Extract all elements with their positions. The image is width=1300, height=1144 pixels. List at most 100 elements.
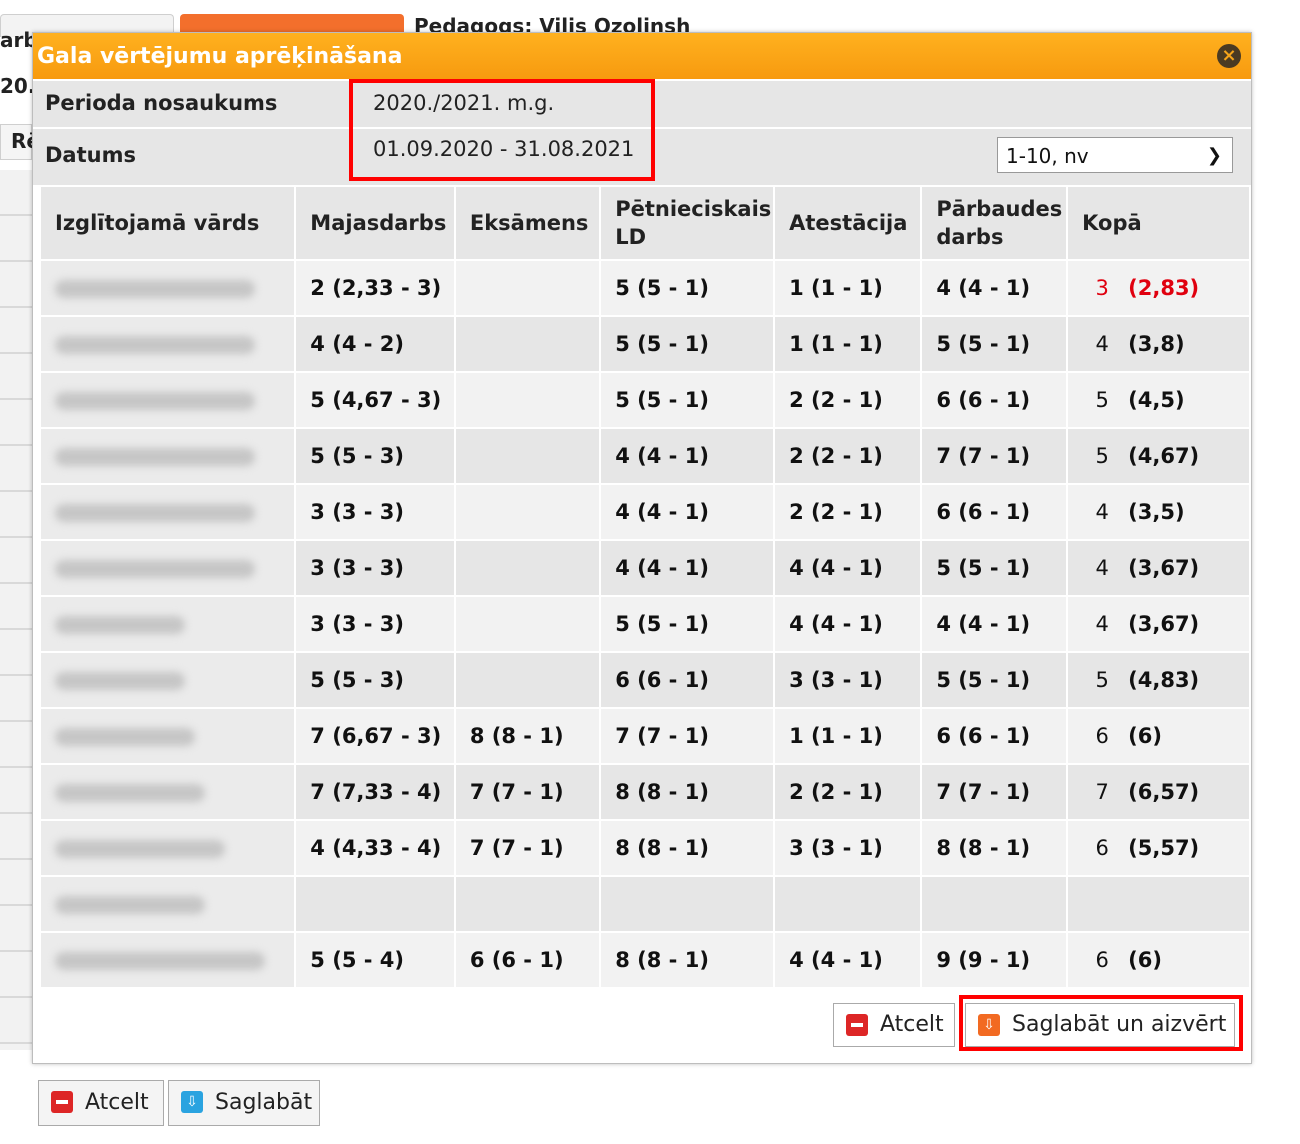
test-grade-cell: 5 (5 - 1)	[921, 315, 1069, 372]
exam-grade-cell	[454, 651, 602, 708]
page-cancel-label: Atcelt	[85, 1090, 149, 1115]
background-table-strip	[0, 170, 32, 1050]
table-row: 3 (3 - 3) 5 (5 - 1) 4 (4 - 1) 4 (4 - 1) 4 (3,…	[41, 595, 1251, 652]
grade-scale-select[interactable]: 1-10, nv ❯	[997, 137, 1233, 173]
test-grade-cell: 5 (5 - 1)	[921, 539, 1069, 596]
background-button[interactable]: Rē	[0, 124, 40, 160]
table-row: 7 (7,33 - 4) 7 (7 - 1) 8 (8 - 1) 2 (2 - 1) 7…	[41, 763, 1251, 820]
research-grade-cell: 5 (5 - 1)	[600, 595, 776, 652]
cancel-icon	[846, 1014, 868, 1036]
homework-grade-cell: 2 (2,33 - 3)	[295, 259, 456, 316]
total-average: (4,67)	[1128, 444, 1200, 468]
research-grade-cell: 5 (5 - 1)	[600, 315, 776, 372]
homework-grade-cell: 5 (5 - 4)	[295, 931, 456, 987]
total-grade-cell	[1067, 875, 1251, 932]
attestation-grade-cell	[774, 875, 923, 932]
total-grade-cell: 5 (4,5)	[1067, 371, 1251, 428]
redacted-student-name	[55, 784, 205, 802]
chevron-down-icon: ❯	[1206, 145, 1222, 166]
total-grade-cell: 5 (4,67)	[1067, 427, 1251, 484]
close-icon[interactable]: ×	[1217, 44, 1241, 68]
dialog-title: Gala vērtējumu aprēķināšana	[37, 44, 403, 69]
total-grade-cell: 4 (3,8)	[1067, 315, 1251, 372]
total-average: (5,57)	[1128, 836, 1200, 860]
attestation-grade-cell: 1 (1 - 1)	[774, 707, 923, 764]
test-grade-cell: 6 (6 - 1)	[921, 483, 1069, 540]
exam-grade-cell	[454, 259, 602, 316]
student-name-cell	[41, 371, 297, 428]
grade-scale-value: 1-10, nv	[1006, 144, 1089, 168]
exam-grade-cell: 7 (7 - 1)	[454, 763, 602, 820]
period-label: Perioda nosaukums	[45, 91, 278, 115]
cancel-button[interactable]: Atcelt	[833, 1003, 955, 1047]
test-grade-cell: 7 (7 - 1)	[921, 427, 1069, 484]
cancel-button-label: Atcelt	[880, 1012, 944, 1037]
table-row: 4 (4,33 - 4) 7 (7 - 1) 8 (8 - 1) 3 (3 - 1) 8…	[41, 819, 1251, 876]
total-grade-cell: 3 (2,83)	[1067, 259, 1251, 316]
total-grade-cell: 4 (3,5)	[1067, 483, 1251, 540]
total-grade-cell: 5 (4,83)	[1067, 651, 1251, 708]
homework-grade-cell: 5 (4,67 - 3)	[295, 371, 456, 428]
homework-grade-cell: 7 (6,67 - 3)	[295, 707, 456, 764]
student-name-cell	[41, 651, 297, 708]
attestation-grade-cell: 2 (2 - 1)	[774, 371, 923, 428]
cancel-icon	[51, 1091, 73, 1113]
test-grade-cell: 5 (5 - 1)	[921, 651, 1069, 708]
column-header: Pētnieciskais LD	[600, 187, 776, 260]
total-grade: 5	[1095, 444, 1109, 468]
attestation-grade-cell: 4 (4 - 1)	[774, 595, 923, 652]
homework-grade-cell: 4 (4 - 2)	[295, 315, 456, 372]
background-teacher-label: Pedagogs: Vilis Ozolinsh	[414, 14, 691, 32]
attestation-grade-cell: 2 (2 - 1)	[774, 483, 923, 540]
exam-grade-cell	[454, 315, 602, 372]
total-average: (6,57)	[1128, 780, 1200, 804]
total-grade: 4	[1095, 332, 1109, 356]
test-grade-cell: 7 (7 - 1)	[921, 763, 1069, 820]
test-grade-cell: 4 (4 - 1)	[921, 259, 1069, 316]
total-grade-cell: 4 (3,67)	[1067, 539, 1251, 596]
final-grades-dialog: Gala vērtējumu aprēķināšana × Perioda no…	[32, 32, 1252, 1064]
page-save-button[interactable]: ⇩ Saglabāt	[168, 1080, 320, 1126]
attestation-grade-cell: 3 (3 - 1)	[774, 819, 923, 876]
attestation-grade-cell: 4 (4 - 1)	[774, 539, 923, 596]
student-name-cell	[41, 315, 297, 372]
student-name-cell	[41, 707, 297, 764]
test-grade-cell: 9 (9 - 1)	[921, 931, 1069, 987]
table-header-row: Izglītojamā vārds Majasdarbs Eksāmens Pē…	[41, 187, 1251, 260]
redacted-student-name	[55, 392, 255, 410]
redacted-student-name	[55, 616, 185, 634]
research-grade-cell	[600, 875, 776, 932]
attestation-grade-cell: 1 (1 - 1)	[774, 315, 923, 372]
research-grade-cell: 5 (5 - 1)	[600, 371, 776, 428]
test-grade-cell	[921, 875, 1069, 932]
attestation-grade-cell: 2 (2 - 1)	[774, 763, 923, 820]
table-row: 5 (5 - 3) 4 (4 - 1) 2 (2 - 1) 7 (7 - 1) 5 (4,…	[41, 427, 1251, 484]
test-grade-cell: 4 (4 - 1)	[921, 595, 1069, 652]
total-average: (4,83)	[1128, 668, 1200, 692]
date-label: Datums	[45, 143, 136, 167]
student-name-cell	[41, 875, 297, 932]
column-header: Atestācija	[774, 187, 923, 260]
student-name-cell	[41, 259, 297, 316]
column-header: Izglītojamā vārds	[41, 187, 297, 260]
homework-grade-cell: 3 (3 - 3)	[295, 483, 456, 540]
column-header: Eksāmens	[454, 187, 602, 260]
total-grade-cell: 7 (6,57)	[1067, 763, 1251, 820]
research-grade-cell: 8 (8 - 1)	[600, 819, 776, 876]
homework-grade-cell: 5 (5 - 3)	[295, 427, 456, 484]
exam-grade-cell: 6 (6 - 1)	[454, 931, 602, 987]
table-row: 2 (2,33 - 3) 5 (5 - 1) 1 (1 - 1) 4 (4 - 1) 3…	[41, 259, 1251, 316]
attestation-grade-cell: 2 (2 - 1)	[774, 427, 923, 484]
table-row: 3 (3 - 3) 4 (4 - 1) 4 (4 - 1) 5 (5 - 1) 4 (3,…	[41, 539, 1251, 596]
test-grade-cell: 6 (6 - 1)	[921, 371, 1069, 428]
research-grade-cell: 4 (4 - 1)	[600, 427, 776, 484]
total-average: (3,67)	[1128, 556, 1200, 580]
attestation-grade-cell: 3 (3 - 1)	[774, 651, 923, 708]
column-header: Pārbaudes darbs	[921, 187, 1069, 260]
homework-grade-cell: 3 (3 - 3)	[295, 595, 456, 652]
page-cancel-button[interactable]: Atcelt	[38, 1080, 164, 1126]
total-average: (3,8)	[1128, 332, 1185, 356]
redacted-student-name	[55, 336, 255, 354]
exam-grade-cell	[454, 595, 602, 652]
student-name-cell	[41, 427, 297, 484]
